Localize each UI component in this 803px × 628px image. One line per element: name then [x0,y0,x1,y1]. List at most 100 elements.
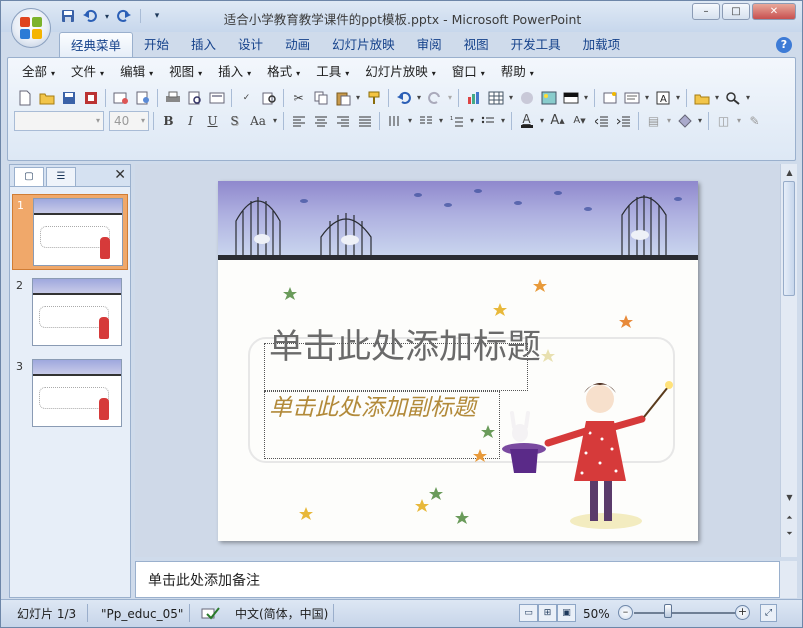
picture-icon[interactable] [538,87,559,108]
columns-icon[interactable] [415,110,436,131]
underline-button[interactable]: U [202,110,223,131]
cut-icon[interactable]: ✂ [288,87,309,108]
normal-view-button[interactable]: ▭ [519,604,538,622]
font-name-combo[interactable]: ▾ [14,110,104,131]
spelling-icon[interactable]: ✓ [236,87,257,108]
tab-design[interactable]: 设计 [227,32,274,57]
tab-addins[interactable]: 加载项 [572,32,632,57]
tab-developer[interactable]: 开发工具 [500,32,572,57]
tab-insert[interactable]: 插入 [180,32,227,57]
tab-home[interactable]: 开始 [133,32,180,57]
table-icon[interactable] [485,87,506,108]
menu-format[interactable]: 格式 ▾ [259,62,308,82]
menu-insert[interactable]: 插入 ▾ [210,62,259,82]
text-direction-dropdown-icon[interactable]: ▾ [406,110,414,131]
menu-all[interactable]: 全部 ▾ [14,62,63,82]
change-case-button[interactable]: Aa [246,110,270,131]
new-slide-icon[interactable] [599,87,620,108]
next-slide-icon[interactable]: ⏷ [782,526,797,541]
new-icon[interactable] [14,87,35,108]
outline-dropdown-icon[interactable]: ▾ [643,87,651,108]
undo-list-icon[interactable]: ▾ [415,87,423,108]
fit-to-window-button[interactable]: ⤢ [760,604,777,622]
slide-design-icon[interactable] [560,87,581,108]
zoom-in-button[interactable]: + [735,605,750,620]
text-box-dropdown-icon[interactable]: ▾ [674,87,682,108]
slide-layout-icon[interactable] [206,87,227,108]
find-dropdown-icon[interactable]: ▾ [744,87,752,108]
find-icon[interactable] [722,87,743,108]
print-preview-icon[interactable] [184,87,205,108]
paste-icon[interactable] [332,87,353,108]
slide-thumbnail-3[interactable]: 3 [12,356,128,432]
tab-animations[interactable]: 动画 [274,32,321,57]
menu-help[interactable]: 帮助 ▾ [493,62,542,82]
tab-slides-view[interactable]: ▢ [14,167,44,186]
slide-design-menu-icon[interactable]: ▤ [643,110,664,131]
menu-file[interactable]: 文件 ▾ [63,62,112,82]
bullets-icon[interactable] [477,110,498,131]
office-button[interactable] [11,8,51,48]
redo-list-icon[interactable]: ▾ [446,87,454,108]
tab-slideshow[interactable]: 幻灯片放映 [321,32,406,57]
print-icon[interactable] [162,87,183,108]
slide-sorter-button[interactable]: ⊞ [538,604,557,622]
align-center-icon[interactable] [310,110,331,131]
close-pane-icon[interactable]: ✕ [114,167,126,183]
design-dropdown-icon[interactable]: ▾ [582,87,590,108]
tab-classic-menu[interactable]: 经典菜单 [59,32,134,57]
minimize-button[interactable]: – [692,3,720,20]
vertical-scrollbar[interactable]: ▲ ▼ ⏶ ⏷ [780,164,797,557]
scrollbar-thumb[interactable] [783,181,795,296]
tab-view[interactable]: 视图 [453,32,500,57]
email-icon[interactable] [110,87,131,108]
zoom-slider[interactable] [634,612,740,614]
font-color-icon[interactable]: A [516,110,537,131]
new-slide-menu-dropdown-icon[interactable]: ▾ [696,110,704,131]
permission-icon[interactable] [80,87,101,108]
increase-indent-icon[interactable] [613,110,634,131]
italic-button[interactable]: I [180,110,201,131]
numbering-dropdown-icon[interactable]: ▾ [468,110,476,131]
new-slide-menu-icon[interactable] [674,110,695,131]
subtitle-placeholder[interactable]: 单击此处添加副标题 [264,391,500,459]
spell-check-icon[interactable] [201,605,221,623]
format-painter-icon[interactable] [363,87,384,108]
line-color-icon[interactable]: ✎ [744,110,765,131]
save-icon[interactable] [58,87,79,108]
chart-icon[interactable] [463,87,484,108]
notes-pane[interactable]: 单击此处添加备注 [135,561,780,598]
menu-edit[interactable]: 编辑 ▾ [112,62,161,82]
change-case-dropdown-icon[interactable]: ▾ [271,110,279,131]
slideshow-button[interactable]: ▣ [557,604,576,622]
bold-button[interactable]: B [158,110,179,131]
publish-icon[interactable] [132,87,153,108]
zoom-out-button[interactable]: – [618,605,633,620]
text-direction-icon[interactable] [384,110,405,131]
text-box-icon[interactable]: A [652,87,673,108]
undo-icon[interactable] [393,87,414,108]
decrease-indent-icon[interactable] [591,110,612,131]
title-placeholder[interactable]: 单击此处添加标题 [264,327,541,391]
redo-icon[interactable] [424,87,445,108]
slide-thumbnail-1[interactable]: 1 [12,194,128,270]
previous-slide-icon[interactable]: ⏶ [782,510,797,525]
shadow-button[interactable]: S [224,110,245,131]
font-color-dropdown-icon[interactable]: ▾ [538,110,546,131]
outline-icon[interactable] [621,87,642,108]
menu-slideshow[interactable]: 幻灯片放映 ▾ [357,62,444,82]
font-size-combo[interactable]: 40 ▾ [109,110,149,131]
table-dropdown-icon[interactable]: ▾ [507,87,515,108]
tab-review[interactable]: 审阅 [406,32,453,57]
copy-icon[interactable] [310,87,331,108]
menu-tools[interactable]: 工具 ▾ [308,62,357,82]
shapes-icon[interactable] [691,87,712,108]
increase-font-icon[interactable]: A ▲ [547,110,568,131]
bullets-dropdown-icon[interactable]: ▾ [499,110,507,131]
research-icon[interactable] [258,87,279,108]
tab-outline-view[interactable]: ☰ [46,167,76,186]
align-left-icon[interactable] [288,110,309,131]
align-right-icon[interactable] [332,110,353,131]
scroll-up-icon[interactable]: ▲ [782,165,797,180]
clipart-icon[interactable] [516,87,537,108]
